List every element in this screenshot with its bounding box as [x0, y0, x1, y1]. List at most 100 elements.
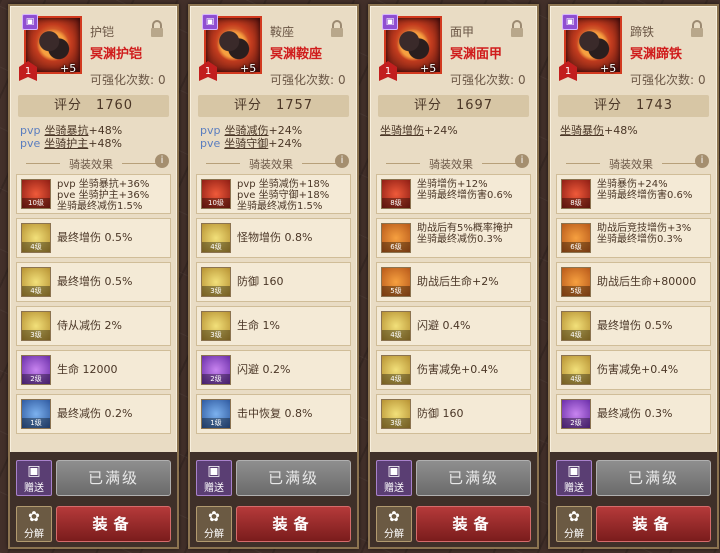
max-level-button[interactable]: 已满级 [416, 460, 531, 496]
score-value: 1760 [95, 98, 134, 113]
equipment-card[interactable]: ▣ 1 +5 蹄铁 冥渊蹄铁 可强化次数: 0 评分 1743 坐骑暴伤+48% 骑… [548, 4, 719, 549]
info-icon[interactable]: i [335, 154, 349, 168]
effect-line: 击中恢复 0.8% [237, 407, 313, 420]
gift-button[interactable]: ▣ 赠送 [196, 460, 232, 496]
effect-line: 坐骑最终增伤0.3% [597, 234, 683, 245]
slot-name: 鞍座 [270, 25, 295, 39]
mode-tag: pve [200, 137, 221, 150]
mount-effects-list[interactable]: 10级 pvp 坐骑暴抗+36% pve 坐骑护主+36% 坐骑最终减伤1.5% 4… [16, 174, 171, 438]
effect-line: 坐骑增伤+12% [417, 179, 488, 190]
effect-icon[interactable]: 5级 [561, 267, 591, 297]
effect-icon[interactable]: 5级 [381, 267, 411, 297]
mount-effects-list[interactable]: 8级 坐骑暴伤+24% 坐骑最终增伤害0.6% 6级 助战后竞技增伤+3% 坐骑最终… [556, 174, 711, 438]
lock-icon[interactable] [689, 20, 705, 38]
attribute-name[interactable]: 坐骑增伤 [380, 124, 424, 137]
attribute-name[interactable]: 坐骑暴抗 [44, 124, 88, 137]
effect-icon[interactable]: 4级 [561, 311, 591, 341]
effect-icon[interactable]: 4级 [21, 223, 51, 253]
mount-effects-list[interactable]: 8级 坐骑增伤+12% 坐骑最终增伤害0.6% 6级 助战后有5%概率掩护 坐骑最终… [376, 174, 531, 438]
effect-line: 坐骑最终减伤1.5% [57, 201, 143, 212]
dismantle-icon: ✿ [388, 509, 400, 525]
score-bar: 评分 1760 [18, 95, 169, 117]
lock-icon[interactable] [509, 20, 525, 38]
effect-icon[interactable]: 4级 [381, 355, 411, 385]
enhance-label: 可强化次数: [270, 73, 335, 87]
gift-icon: ▣ [202, 14, 218, 30]
effect-line: 最终增伤 0.5% [57, 275, 133, 288]
effect-icon[interactable]: 1级 [21, 399, 51, 429]
equipment-card[interactable]: ▣ 1 +5 面甲 冥渊面甲 可强化次数: 0 评分 1697 坐骑增伤+24% 骑… [368, 4, 539, 549]
effect-icon[interactable]: 2级 [21, 355, 51, 385]
score-bar: 评分 1757 [198, 95, 349, 117]
effect-icon[interactable]: 3级 [201, 311, 231, 341]
effect-icon[interactable]: 10级 [201, 179, 231, 209]
mount-effect-row: 5级 助战后生命+2% [376, 262, 531, 302]
max-level-button[interactable]: 已满级 [56, 460, 171, 496]
mount-effect-header: 骑装效果 [196, 156, 346, 171]
effect-text: 防御 160 [417, 408, 464, 419]
effect-level: 4级 [202, 242, 230, 252]
dismantle-button[interactable]: ✿ 分解 [16, 506, 52, 542]
max-level-button[interactable]: 已满级 [596, 460, 711, 496]
attribute-name[interactable]: 坐骑暴伤 [560, 124, 604, 137]
effect-text: 坐骑暴伤+24% 坐骑最终增伤害0.6% [597, 179, 692, 201]
effect-icon[interactable]: 3级 [201, 267, 231, 297]
effect-level: 6级 [382, 242, 410, 252]
effect-icon[interactable]: 8级 [561, 179, 591, 209]
dismantle-button-label: 分解 [204, 529, 224, 540]
equip-button[interactable]: 装备 [596, 506, 711, 542]
enhance-count-value: 0 [518, 73, 526, 87]
effect-icon[interactable]: 4级 [381, 311, 411, 341]
mount-effect-row: 2级 最终减伤 0.3% [556, 394, 711, 434]
effect-text: 伤害减免+0.4% [597, 364, 678, 375]
effect-icon[interactable]: 8级 [381, 179, 411, 209]
equipment-card[interactable]: ▣ 1 +5 护铠 冥渊护铠 可强化次数: 0 评分 1760 pvp 坐骑暴抗+48… [8, 4, 179, 549]
effect-icon[interactable]: 2级 [561, 399, 591, 429]
score-label: 评分 [593, 98, 622, 113]
equip-button[interactable]: 装备 [236, 506, 351, 542]
lock-icon[interactable] [329, 20, 345, 38]
effect-icon[interactable]: 4级 [21, 267, 51, 297]
equip-button[interactable]: 装备 [416, 506, 531, 542]
max-level-button[interactable]: 已满级 [236, 460, 351, 496]
dismantle-button[interactable]: ✿ 分解 [196, 506, 232, 542]
effect-text: 生命 12000 [57, 364, 118, 375]
effect-level: 1级 [202, 418, 230, 428]
gift-button-label: 赠送 [384, 483, 404, 494]
mount-effect-row: 8级 坐骑暴伤+24% 坐骑最终增伤害0.6% [556, 174, 711, 214]
effect-icon[interactable]: 6级 [381, 223, 411, 253]
effect-level: 3级 [22, 330, 50, 340]
attribute-value: +24% [424, 124, 458, 137]
info-icon[interactable]: i [155, 154, 169, 168]
lock-icon[interactable] [149, 20, 165, 38]
effect-icon[interactable]: 2级 [201, 355, 231, 385]
dismantle-button[interactable]: ✿ 分解 [376, 506, 412, 542]
attribute-name[interactable]: 坐骑护主 [44, 137, 88, 150]
gift-button[interactable]: ▣ 赠送 [16, 460, 52, 496]
attribute-name[interactable]: 坐骑守御 [224, 137, 268, 150]
effect-icon[interactable]: 4级 [561, 355, 591, 385]
info-icon[interactable]: i [695, 154, 709, 168]
effect-icon[interactable]: 6级 [561, 223, 591, 253]
info-icon[interactable]: i [515, 154, 529, 168]
effect-icon[interactable]: 3级 [381, 399, 411, 429]
gift-button[interactable]: ▣ 赠送 [376, 460, 412, 496]
enhance-level: +5 [420, 62, 437, 75]
effect-icon[interactable]: 1级 [201, 399, 231, 429]
equip-button[interactable]: 装备 [56, 506, 171, 542]
dismantle-button[interactable]: ✿ 分解 [556, 506, 592, 542]
attribute-name[interactable]: 坐骑减伤 [224, 124, 268, 137]
item-name: 冥渊面甲 [450, 47, 503, 62]
mount-effect-row: 4级 最终增伤 0.5% [16, 262, 171, 302]
effect-icon[interactable]: 4级 [201, 223, 231, 253]
equipment-card[interactable]: ▣ 1 +5 鞍座 冥渊鞍座 可强化次数: 0 评分 1757 pvp 坐骑减伤+24… [188, 4, 359, 549]
mount-effect-row: 8级 坐骑增伤+12% 坐骑最终增伤害0.6% [376, 174, 531, 214]
mount-effects-list[interactable]: 10级 pvp 坐骑减伤+18% pve 坐骑守御+18% 坐骑最终减伤1.5% 4… [196, 174, 351, 438]
mount-effect-row: 3级 防御 160 [376, 394, 531, 434]
effect-icon[interactable]: 10级 [21, 179, 51, 209]
mount-effect-header: 骑装效果 [16, 156, 166, 171]
gift-button[interactable]: ▣ 赠送 [556, 460, 592, 496]
effect-text: 防御 160 [237, 276, 284, 287]
attributes: pvp 坐骑减伤+24% pve 坐骑守御+24% [200, 124, 350, 150]
effect-icon[interactable]: 3级 [21, 311, 51, 341]
